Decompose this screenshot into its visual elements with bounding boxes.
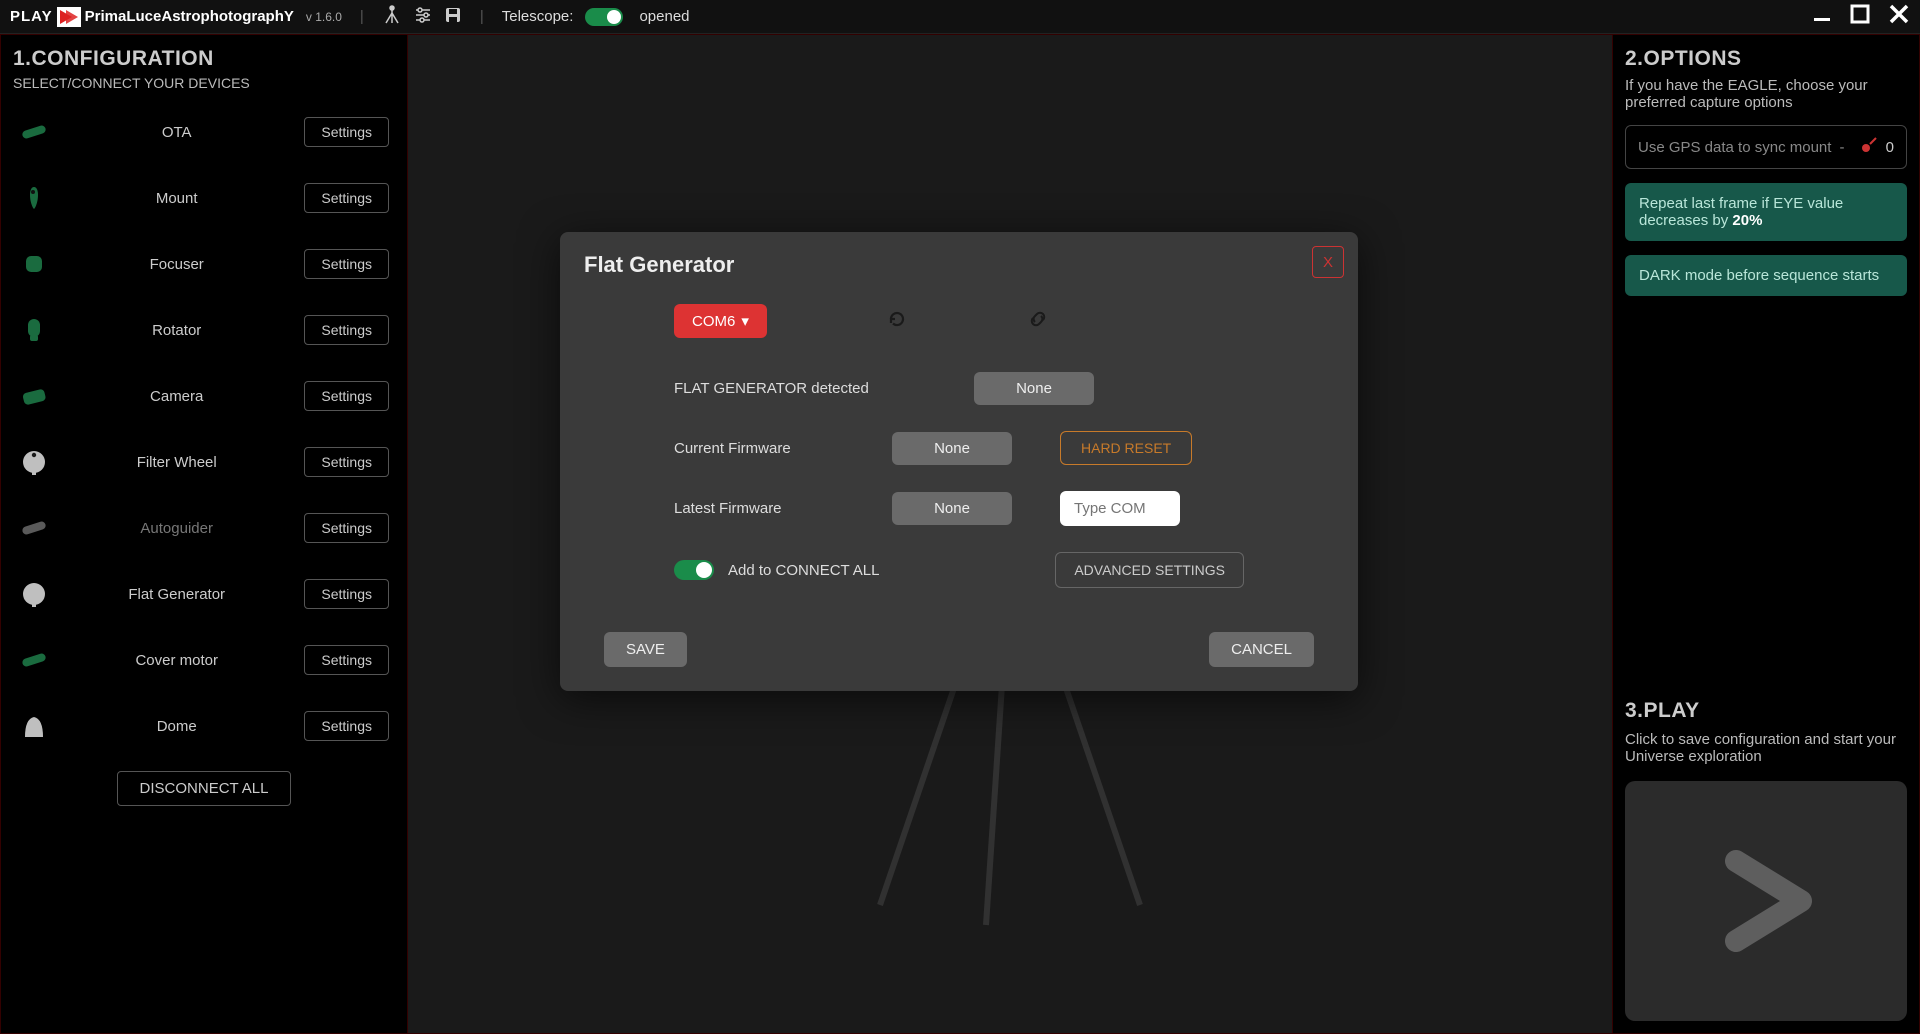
telescope-toggle[interactable] (585, 8, 623, 26)
cancel-button[interactable]: CANCEL (1209, 632, 1314, 667)
device-row-camera: CameraSettings (13, 363, 395, 429)
close-window-button[interactable] (1888, 3, 1910, 31)
play-word: PLAY (10, 8, 53, 25)
device-label: Cover motor (49, 652, 304, 669)
settings-button-rotator[interactable]: Settings (304, 315, 389, 345)
tripod-icon[interactable] (382, 5, 402, 29)
dialog-close-button[interactable]: X (1312, 246, 1344, 278)
device-label: Focuser (49, 256, 304, 273)
device-label: OTA (49, 124, 304, 141)
current-firmware-value: None (892, 432, 1012, 465)
settings-button-camera[interactable]: Settings (304, 381, 389, 411)
device-row-focuser: FocuserSettings (13, 231, 395, 297)
mount-icon (19, 183, 49, 213)
minimize-button[interactable] (1812, 4, 1832, 30)
settings-button-autoguider[interactable]: Settings (304, 513, 389, 543)
window-controls (1812, 3, 1910, 31)
app-logo: PLAY PrimaLuceAstrophotographY v 1.6.0 (10, 7, 342, 27)
brand-name: PrimaLuceAstrophotographY (85, 8, 294, 25)
connect-all-label: Add to CONNECT ALL (728, 562, 879, 579)
settings-button-dome[interactable]: Settings (304, 711, 389, 741)
dome-icon (19, 711, 49, 741)
play-button[interactable] (1625, 781, 1907, 1021)
hard-reset-button[interactable]: HARD RESET (1060, 431, 1192, 465)
com-port-dropdown[interactable]: COM6 ▾ (674, 304, 767, 338)
link-icon[interactable] (1027, 308, 1049, 335)
device-row-cover: Cover motorSettings (13, 627, 395, 693)
options-panel: 2.OPTIONS If you have the EAGLE, choose … (1612, 34, 1920, 1034)
gps-label: Use GPS data to sync mount (1638, 139, 1831, 156)
device-label: Filter Wheel (49, 454, 304, 471)
config-subtitle: SELECT/CONNECT YOUR DEVICES (13, 75, 395, 91)
current-firmware-label: Current Firmware (674, 440, 892, 457)
options-title: 2.OPTIONS (1625, 47, 1907, 71)
settings-button-cover[interactable]: Settings (304, 645, 389, 675)
app-version: v 1.6.0 (306, 10, 342, 24)
gps-suffix: - (1839, 139, 1844, 156)
settings-button-flat[interactable]: Settings (304, 579, 389, 609)
telescope-label: Telescope: (502, 8, 574, 25)
device-row-mount: MountSettings (13, 165, 395, 231)
chevron-down-icon: ▾ (741, 312, 749, 330)
connect-all-toggle[interactable] (674, 560, 714, 580)
gps-sync-button[interactable]: Use GPS data to sync mount - 0 (1625, 125, 1907, 169)
device-label: Flat Generator (49, 586, 304, 603)
disconnect-all-button[interactable]: DISCONNECT ALL (117, 771, 292, 806)
detected-value: None (974, 372, 1094, 405)
config-title: 1.CONFIGURATION (13, 47, 395, 71)
dark-mode-option[interactable]: DARK mode before sequence starts (1625, 255, 1907, 296)
sliders-icon[interactable] (414, 6, 432, 28)
repeat-frame-option[interactable]: Repeat last frame if EYE value decreases… (1625, 183, 1907, 241)
device-row-autoguider: AutoguiderSettings (13, 495, 395, 561)
cover-icon (19, 645, 49, 675)
save-button[interactable]: SAVE (604, 632, 687, 667)
top-bar: PLAY PrimaLuceAstrophotographY v 1.6.0 |… (0, 0, 1920, 34)
detected-label: FLAT GENERATOR detected (674, 380, 892, 397)
options-help: If you have the EAGLE, choose your prefe… (1625, 77, 1907, 111)
maximize-button[interactable] (1850, 4, 1870, 30)
advanced-settings-button[interactable]: ADVANCED SETTINGS (1055, 552, 1244, 588)
device-label: Camera (49, 388, 304, 405)
device-label: Autoguider (49, 520, 304, 537)
device-label: Rotator (49, 322, 304, 339)
rotator-icon (19, 315, 49, 345)
camera-icon (19, 381, 49, 411)
save-icon[interactable] (444, 6, 462, 28)
play-title: 3.PLAY (1625, 699, 1907, 723)
play-help: Click to save configuration and start yo… (1625, 731, 1907, 765)
configuration-panel: 1.CONFIGURATION SELECT/CONNECT YOUR DEVI… (0, 34, 408, 1034)
logo-icon (57, 7, 81, 27)
flat-generator-dialog: Flat Generator X COM6 ▾ FLAT GENERATOR d… (560, 232, 1358, 691)
play-icon (1706, 841, 1826, 961)
device-row-flat: Flat GeneratorSettings (13, 561, 395, 627)
filterwheel-icon (19, 447, 49, 477)
flat-icon (19, 579, 49, 609)
latest-firmware-label: Latest Firmware (674, 500, 892, 517)
device-row-dome: DomeSettings (13, 693, 395, 759)
device-label: Dome (49, 718, 304, 735)
focuser-icon (19, 249, 49, 279)
com-input[interactable] (1060, 491, 1180, 526)
device-label: Mount (49, 190, 304, 207)
telescope-state: opened (639, 8, 689, 25)
latest-firmware-value: None (892, 492, 1012, 525)
device-row-rotator: RotatorSettings (13, 297, 395, 363)
settings-button-focuser[interactable]: Settings (304, 249, 389, 279)
autoguider-icon (19, 513, 49, 543)
settings-button-ota[interactable]: Settings (304, 117, 389, 147)
device-row-ota: OTASettings (13, 99, 395, 165)
gps-count: 0 (1886, 139, 1894, 156)
dialog-title: Flat Generator (584, 252, 1334, 278)
device-row-filterwheel: Filter WheelSettings (13, 429, 395, 495)
satellite-icon (1860, 136, 1878, 158)
settings-button-mount[interactable]: Settings (304, 183, 389, 213)
settings-button-filterwheel[interactable]: Settings (304, 447, 389, 477)
refresh-icon[interactable] (887, 309, 907, 334)
ota-icon (19, 117, 49, 147)
